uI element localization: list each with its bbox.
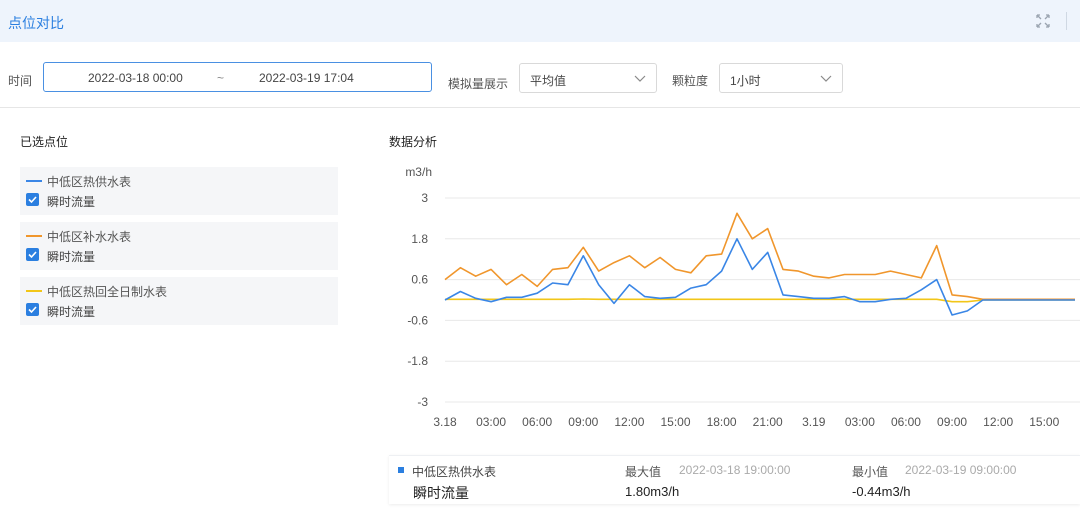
start-date-input[interactable]: 2022-03-18 00:00	[88, 71, 183, 85]
metric-label[interactable]: 瞬时流量	[47, 303, 95, 320]
metric-checkbox[interactable]	[26, 303, 39, 316]
analog-display-value: 平均值	[530, 74, 567, 88]
analysis-title: 数据分析	[389, 135, 438, 149]
granularity-label: 颗粒度	[672, 74, 709, 88]
check-icon	[28, 306, 37, 314]
point-card: 中低区热回全日制水表 瞬时流量	[20, 277, 338, 325]
y-tick-label: 0.6	[411, 273, 428, 287]
point-card: 中低区热供水表 瞬时流量	[20, 167, 338, 215]
divider	[0, 107, 1080, 108]
range-separator: ~	[217, 71, 225, 85]
x-tick-label: 12:00	[983, 415, 1013, 429]
y-tick-label: -1.8	[407, 354, 428, 368]
point-name: 中低区热供水表	[47, 175, 132, 189]
x-tick-label: 03:00	[476, 415, 506, 429]
metric-checkbox[interactable]	[26, 193, 39, 206]
title-divider	[1066, 12, 1067, 30]
granularity-select[interactable]: 1小时	[719, 63, 843, 93]
x-tick-label: 18:00	[707, 415, 737, 429]
x-tick-label: 09:00	[568, 415, 598, 429]
series-swatch	[26, 235, 42, 237]
end-date-input[interactable]: 2022-03-19 17:04	[259, 71, 354, 85]
summary-point-name: 中低区热供水表	[412, 465, 497, 479]
metric-checkbox[interactable]	[26, 248, 39, 261]
x-tick-label: 03:00	[845, 415, 875, 429]
analog-display-label: 模拟量展示	[448, 77, 509, 91]
time-label: 时间	[8, 74, 33, 88]
max-value: 1.80m3/h	[625, 484, 680, 499]
chevron-down-icon	[634, 75, 646, 82]
filter-bar: 时间 2022-03-18 00:00 ~ 2022-03-19 17:04 模…	[0, 62, 1080, 96]
date-range-picker[interactable]: 2022-03-18 00:00 ~ 2022-03-19 17:04	[43, 62, 432, 92]
x-tick-label: 12:00	[614, 415, 644, 429]
series-swatch	[26, 180, 42, 182]
selected-points-title: 已选点位	[20, 135, 69, 149]
point-name: 中低区热回全日制水表	[47, 285, 168, 299]
metric-label[interactable]: 瞬时流量	[47, 248, 95, 265]
summary-metric: 瞬时流量	[413, 485, 469, 501]
y-tick-label: 1.8	[411, 232, 428, 246]
x-tick-label: 06:00	[891, 415, 921, 429]
granularity-value: 1小时	[730, 74, 761, 88]
title-bar: 点位对比	[0, 0, 1080, 42]
line-chart: m3/h 3 1.8 0.6 -0.6 -1.8 -3 3.18 03:00 06:00 09:00…	[405, 165, 1080, 429]
x-tick-label: 3.19	[802, 415, 826, 429]
series-swatch	[26, 290, 42, 292]
y-tick-label: -3	[417, 395, 428, 409]
min-value: -0.44m3/h	[852, 484, 911, 499]
max-label: 最大值	[625, 465, 662, 479]
point-card: 中低区补水水表 瞬时流量	[20, 222, 338, 270]
summary-panel: 中低区热供水表 瞬时流量 最大值 2022-03-18 19:00:00 1.8…	[389, 455, 1080, 504]
series-marker	[398, 467, 404, 473]
min-time: 2022-03-19 09:00:00	[905, 463, 1017, 477]
point-name: 中低区补水水表	[47, 230, 132, 244]
series-line-1	[444, 212, 1075, 301]
x-tick-label: 09:00	[937, 415, 967, 429]
x-tick-label: 3.18	[433, 415, 457, 429]
y-tick-label: 3	[421, 191, 428, 205]
x-tick-label: 21:00	[753, 415, 783, 429]
metric-label[interactable]: 瞬时流量	[47, 193, 95, 210]
series-line-0	[444, 238, 1075, 316]
check-icon	[28, 251, 37, 259]
chevron-down-icon	[820, 75, 832, 82]
x-tick-label: 15:00	[1029, 415, 1059, 429]
x-tick-label: 15:00	[660, 415, 690, 429]
y-tick-label: -0.6	[407, 313, 428, 327]
page-title: 点位对比	[8, 15, 64, 31]
x-tick-label: 06:00	[522, 415, 552, 429]
analog-display-select[interactable]: 平均值	[519, 63, 657, 93]
check-icon	[28, 196, 37, 204]
max-time: 2022-03-18 19:00:00	[679, 463, 791, 477]
min-label: 最小值	[852, 465, 889, 479]
y-axis-unit: m3/h	[405, 165, 432, 179]
fullscreen-icon[interactable]	[1034, 12, 1052, 30]
